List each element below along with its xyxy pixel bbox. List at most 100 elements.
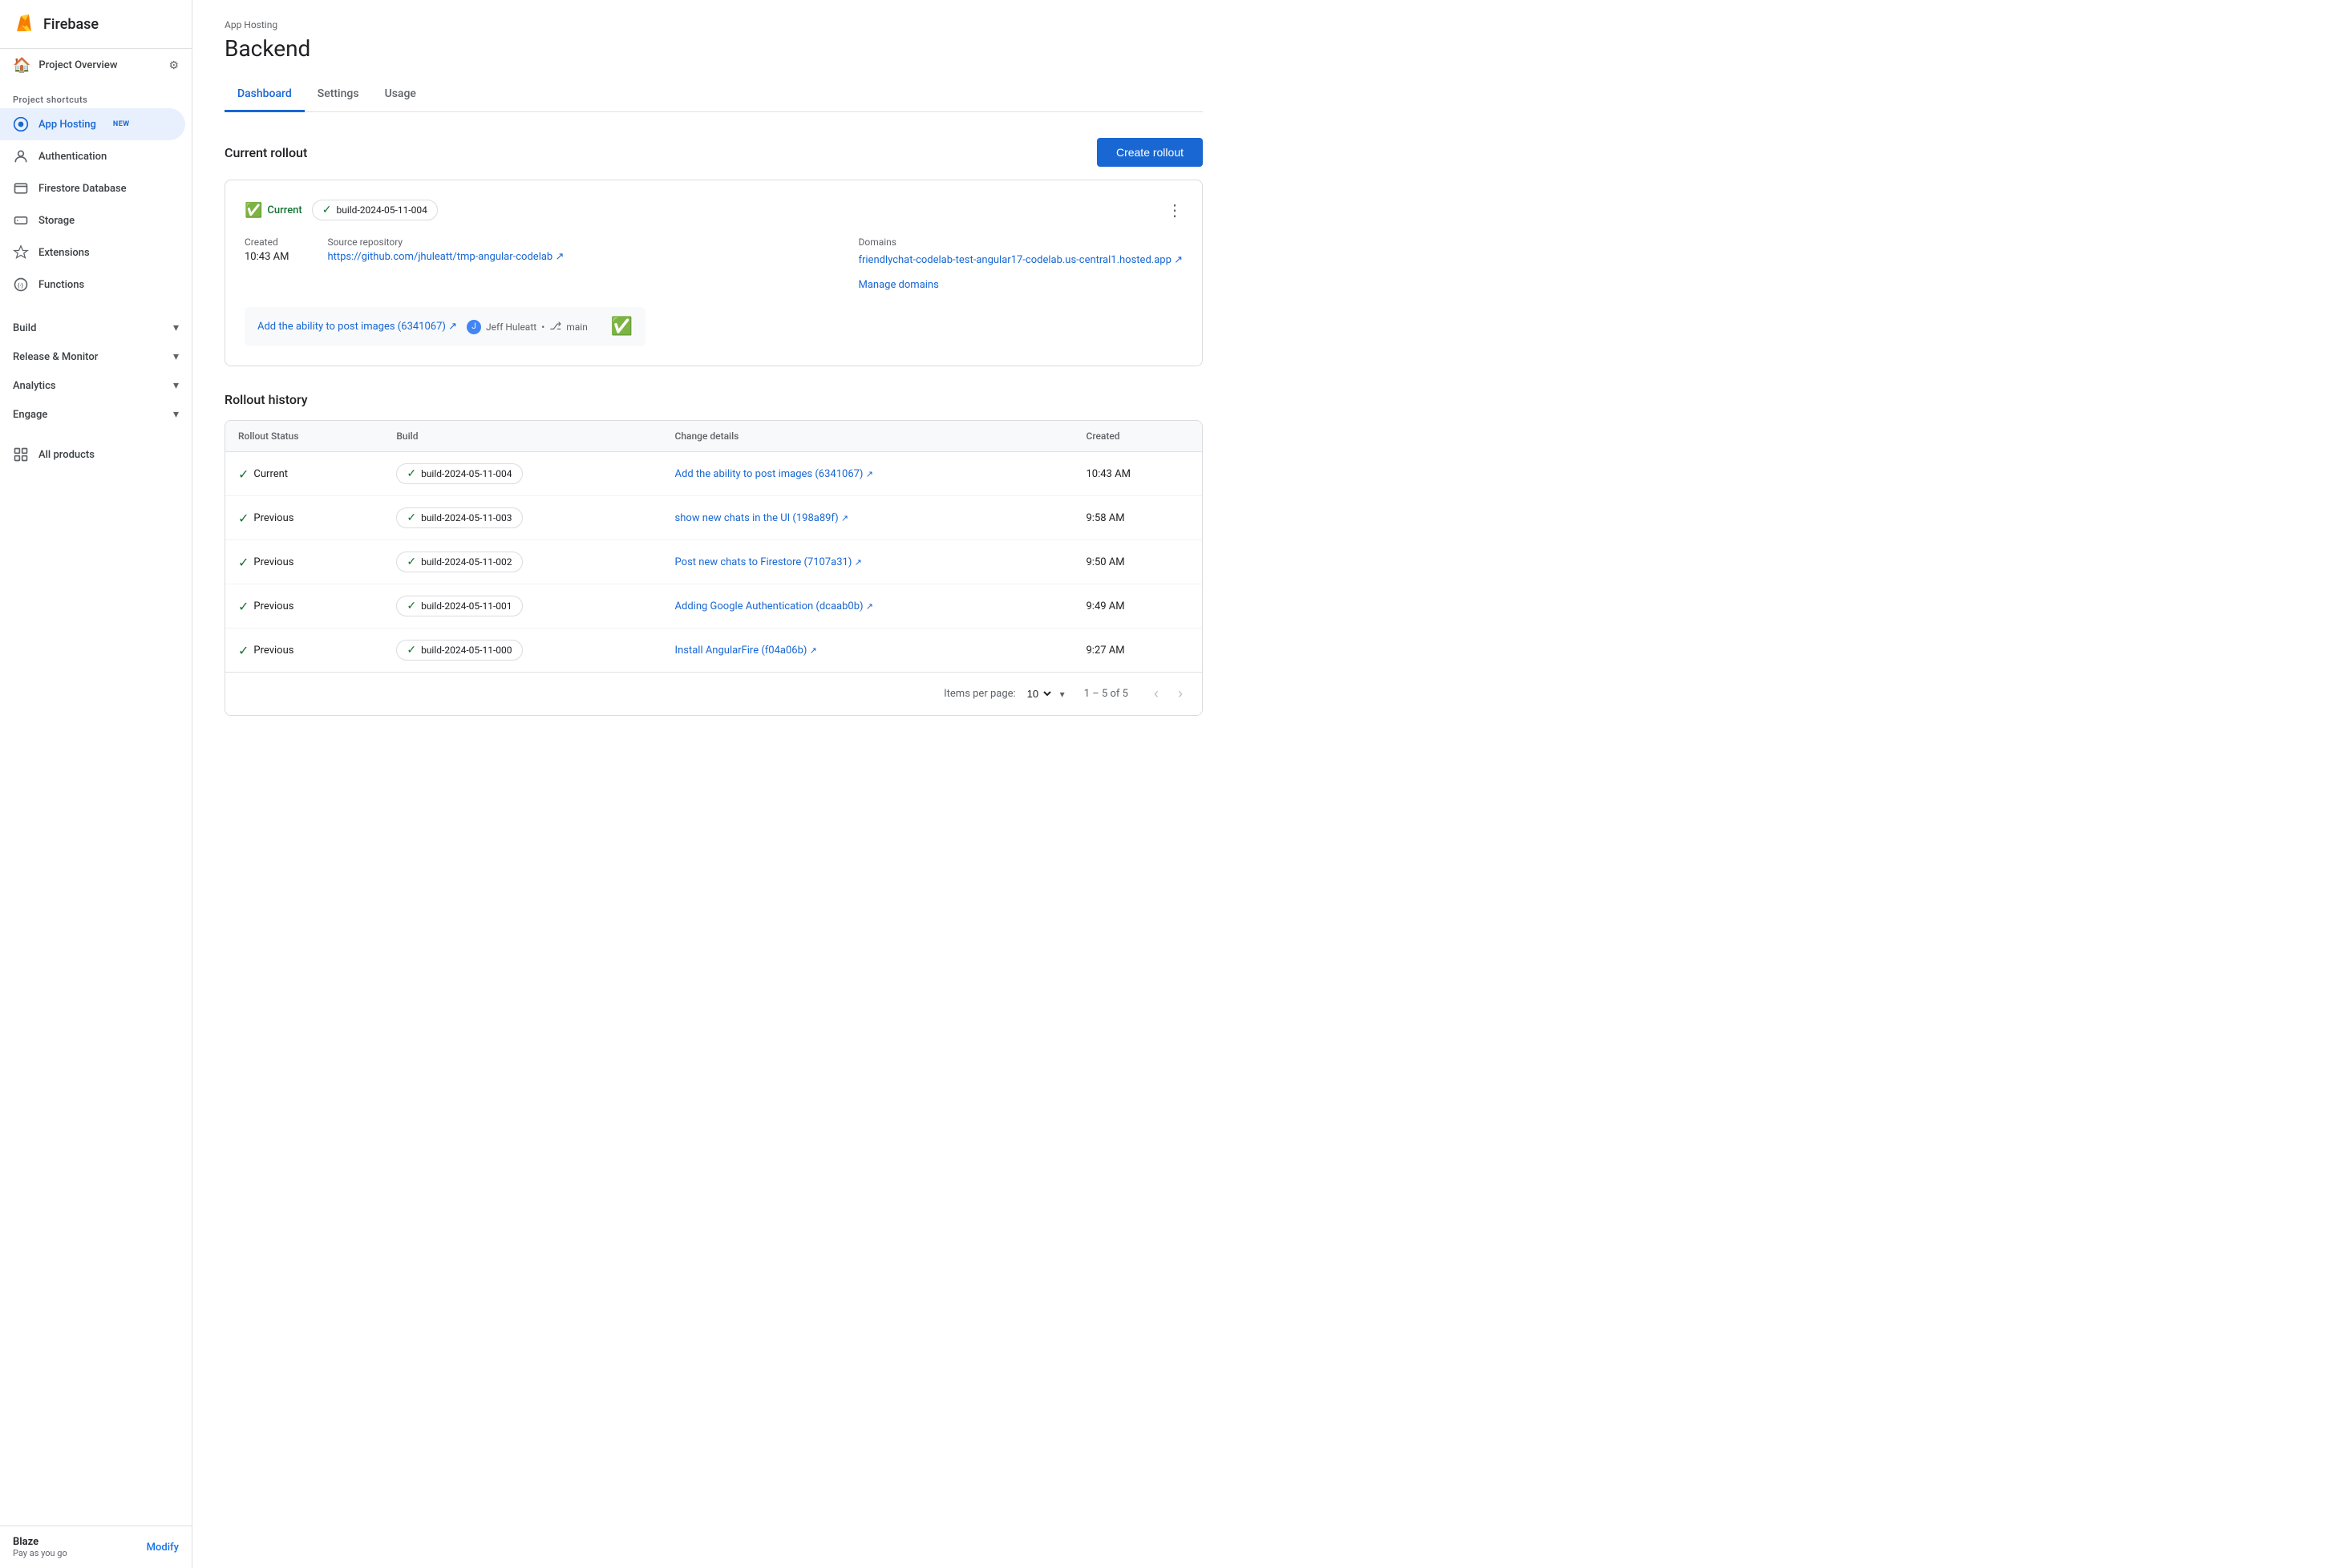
commit-author: J Jeff Huleatt • ⎇ main <box>467 320 588 334</box>
settings-icon[interactable]: ⚙ <box>168 59 179 72</box>
category-label-build: Build <box>13 322 36 334</box>
row-change-link[interactable]: Post new chats to Firestore (7107a31) ↗ <box>675 556 862 568</box>
items-per-page-control: Items per page: 10 25 50 ▾ <box>944 685 1065 702</box>
sidebar-item-functions[interactable]: {·} Functions <box>0 269 185 301</box>
row-build-tag: ✓ build-2024-05-11-000 <box>396 640 522 661</box>
domain-link[interactable]: friendlychat-codelab-test-angular17-code… <box>858 254 1183 266</box>
build-check-icon: ✓ <box>322 204 332 216</box>
row-external-icon: ↗ <box>866 601 873 612</box>
sidebar-item-storage[interactable]: Storage <box>0 204 185 236</box>
page-info: 1 – 5 of 5 <box>1084 688 1128 700</box>
row-build-label: build-2024-05-11-004 <box>421 468 512 479</box>
current-rollout-card: ✅ Current ✓ build-2024-05-11-004 ⋮ Creat… <box>225 180 1203 366</box>
expand-icon-release: ▾ <box>173 350 179 363</box>
sidebar-item-authentication[interactable]: Authentication <box>0 140 185 172</box>
firebase-title: Firebase <box>43 16 99 33</box>
svg-text:{·}: {·} <box>18 281 24 289</box>
author-name: Jeff Huleatt <box>486 321 536 333</box>
extensions-icon <box>13 244 29 261</box>
next-page-button[interactable]: › <box>1172 682 1189 705</box>
sidebar-item-firestore[interactable]: Firestore Database <box>0 172 185 204</box>
table-row: ✓ Previous ✓ build-2024-05-11-000 Instal… <box>225 628 1202 673</box>
row-build-label: build-2024-05-11-003 <box>421 512 512 523</box>
table-row: ✓ Previous ✓ build-2024-05-11-003 show n… <box>225 496 1202 540</box>
items-per-page-label: Items per page: <box>944 688 1016 700</box>
sidebar-category-release[interactable]: Release & Monitor ▾ <box>0 342 192 371</box>
table-header: Rollout Status Build Change details Crea… <box>225 421 1202 452</box>
sidebar-item-label-auth: Authentication <box>38 151 107 163</box>
sidebar-category-build[interactable]: Build ▾ <box>0 313 192 342</box>
table-row: ✓ Previous ✓ build-2024-05-11-002 Post n… <box>225 540 1202 584</box>
sidebar-category-engage[interactable]: Engage ▾ <box>0 400 192 429</box>
row-change-link[interactable]: show new chats in the UI (198a89f) ↗ <box>675 512 849 524</box>
tab-usage[interactable]: Usage <box>372 78 429 112</box>
tab-settings[interactable]: Settings <box>305 78 372 112</box>
row-check-icon: ✓ <box>238 599 249 614</box>
row-change-link[interactable]: Adding Google Authentication (dcaab0b) ↗ <box>675 600 873 612</box>
more-options-icon[interactable]: ⋮ <box>1167 200 1183 220</box>
page-navigation: ‹ › <box>1147 682 1189 705</box>
project-overview-label[interactable]: Project Overview <box>38 59 117 71</box>
row-external-icon: ↗ <box>810 645 817 656</box>
source-repo-link[interactable]: https://github.com/jhuleatt/tmp-angular-… <box>327 251 564 263</box>
app-hosting-icon <box>13 116 29 132</box>
sidebar-bottom: Blaze Pay as you go Modify <box>0 1526 192 1568</box>
row-check-icon: ✓ <box>238 643 249 658</box>
page-title: Backend <box>225 35 1203 62</box>
row-build-check: ✓ <box>407 511 416 524</box>
current-status-badge: ✅ Current <box>245 202 302 219</box>
per-page-select[interactable]: 10 25 50 <box>1022 685 1054 702</box>
category-label-engage: Engage <box>13 409 47 421</box>
sidebar-item-extensions[interactable]: Extensions <box>0 236 185 269</box>
rollout-card-header-row: ✅ Current ✓ build-2024-05-11-004 ⋮ <box>245 200 1183 220</box>
functions-icon: {·} <box>13 277 29 293</box>
row-build-tag: ✓ build-2024-05-11-003 <box>396 507 522 528</box>
col-header-status: Rollout Status <box>225 421 383 452</box>
row-build-check: ✓ <box>407 556 416 568</box>
firebase-logo-icon <box>13 13 35 35</box>
create-rollout-button[interactable]: Create rollout <box>1097 138 1203 167</box>
commit-link[interactable]: Add the ability to post images (6341067)… <box>257 321 457 333</box>
prev-page-button[interactable]: ‹ <box>1147 682 1165 705</box>
expand-icon-build: ▾ <box>173 321 179 334</box>
row-status-label: Previous <box>253 600 293 612</box>
all-products-icon <box>13 447 29 463</box>
row-build-tag: ✓ build-2024-05-11-001 <box>396 596 522 616</box>
tabs-bar: Dashboard Settings Usage <box>225 78 1203 112</box>
row-status-cell: ✓ Previous <box>238 511 370 526</box>
created-label: Created <box>245 236 289 248</box>
category-label-release: Release & Monitor <box>13 351 98 363</box>
manage-domains-link[interactable]: Manage domains <box>858 279 1183 291</box>
table-row: ✓ Current ✓ build-2024-05-11-004 Add the… <box>225 452 1202 496</box>
sidebar-item-app-hosting[interactable]: App Hosting NEW <box>0 108 185 140</box>
row-build-tag: ✓ build-2024-05-11-004 <box>396 463 522 484</box>
expand-icon-analytics: ▾ <box>173 379 179 392</box>
row-check-icon: ✓ <box>238 511 249 526</box>
domains-label: Domains <box>858 236 1183 248</box>
row-created: 9:58 AM <box>1073 496 1202 540</box>
tab-dashboard[interactable]: Dashboard <box>225 78 305 112</box>
row-change-link[interactable]: Install AngularFire (f04a06b) ↗ <box>675 645 817 657</box>
expand-icon-engage: ▾ <box>173 408 179 421</box>
col-header-build: Build <box>383 421 662 452</box>
new-badge: NEW <box>109 119 134 130</box>
project-shortcuts-section: Project shortcuts App Hosting NEW Authen… <box>0 82 192 307</box>
branch-name: main <box>566 321 588 333</box>
row-created: 9:49 AM <box>1073 584 1202 628</box>
row-change-link[interactable]: Add the ability to post images (6341067)… <box>675 468 873 480</box>
domains-meta: Domains friendlychat-codelab-test-angula… <box>858 236 1183 291</box>
firestore-icon <box>13 180 29 196</box>
row-check-icon: ✓ <box>238 555 249 570</box>
current-check-icon: ✅ <box>245 202 262 219</box>
row-status-label: Previous <box>253 645 293 657</box>
created-value: 10:43 AM <box>245 251 289 263</box>
table-body: ✓ Current ✓ build-2024-05-11-004 Add the… <box>225 452 1202 673</box>
source-repo-meta: Source repository https://github.com/jhu… <box>327 236 564 263</box>
row-status-label: Current <box>253 468 288 480</box>
sidebar-category-analytics[interactable]: Analytics ▾ <box>0 371 192 400</box>
dropdown-icon: ▾ <box>1060 689 1065 700</box>
sidebar-item-all-products[interactable]: All products <box>0 438 185 471</box>
modify-button[interactable]: Modify <box>147 1542 179 1554</box>
row-status-label: Previous <box>253 512 293 524</box>
blaze-title: Blaze <box>13 1536 67 1548</box>
